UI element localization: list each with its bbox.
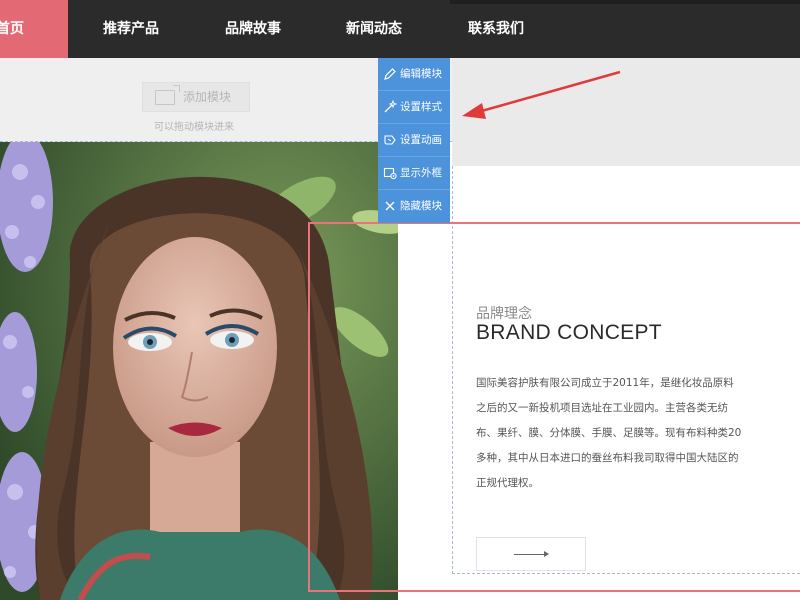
nav-item-home[interactable]: 首页 bbox=[0, 0, 68, 58]
add-module-label: 添加模块 bbox=[183, 90, 232, 104]
tool-label: 显示外框 bbox=[400, 167, 442, 179]
right-gray-band bbox=[452, 58, 800, 166]
nav-item-brand-story[interactable]: 品牌故事 bbox=[214, 0, 292, 58]
nav-item-label: 首页 bbox=[0, 21, 24, 37]
tool-label: 编辑模块 bbox=[400, 68, 442, 80]
set-style-button[interactable]: 设置样式 bbox=[378, 91, 450, 124]
long-arrow-right-icon bbox=[514, 551, 549, 557]
frame-eye-icon bbox=[383, 167, 397, 180]
nav-item-news[interactable]: 新闻动态 bbox=[335, 0, 413, 58]
read-more-button[interactable] bbox=[476, 537, 586, 571]
close-icon bbox=[385, 201, 395, 211]
tool-label: 隐藏模块 bbox=[400, 200, 442, 212]
placeholder-image-icon bbox=[155, 85, 180, 105]
add-module-button[interactable]: 添加模块 bbox=[142, 82, 250, 112]
model-photo bbox=[0, 142, 398, 600]
pencil-icon bbox=[384, 68, 396, 80]
brand-subtitle: 品牌理念 bbox=[476, 306, 532, 322]
tool-label: 设置样式 bbox=[400, 101, 442, 113]
module-toolbar: 编辑模块 设置样式 设置动画 显示外框 隐藏模块 bbox=[378, 58, 450, 223]
top-navigation: 首页 推荐产品 品牌故事 新闻动态 联系我们 bbox=[0, 0, 800, 58]
animation-icon bbox=[384, 135, 396, 145]
brand-content-module[interactable] bbox=[452, 166, 800, 574]
model-photo-illustration bbox=[0, 142, 398, 600]
show-frame-button[interactable]: 显示外框 bbox=[378, 157, 450, 190]
nav-item-contact[interactable]: 联系我们 bbox=[457, 0, 535, 58]
magic-wand-icon bbox=[384, 100, 397, 113]
brand-title: BRAND CONCEPT bbox=[476, 321, 662, 344]
edit-module-button[interactable]: 编辑模块 bbox=[378, 58, 450, 91]
brand-description: 国际美容护肤有限公司成立于2011年，是继化妆品原料之后的又一新投机项目选址在工… bbox=[476, 377, 742, 489]
content-left-extension bbox=[398, 225, 453, 575]
tool-label: 设置动画 bbox=[400, 134, 442, 146]
hide-module-button[interactable]: 隐藏模块 bbox=[378, 190, 450, 223]
add-module-hint: 可以拖动模块进来 bbox=[154, 122, 234, 133]
set-animation-button[interactable]: 设置动画 bbox=[378, 124, 450, 157]
nav-item-products[interactable]: 推荐产品 bbox=[92, 0, 170, 58]
